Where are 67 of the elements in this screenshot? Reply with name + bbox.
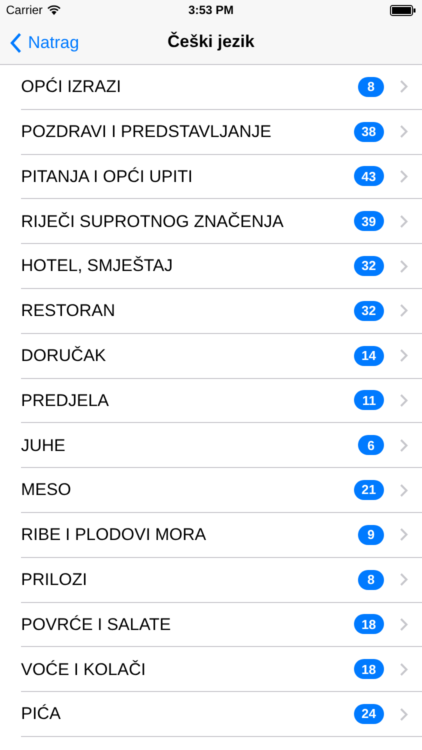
chevron-icon	[400, 528, 408, 542]
item-label: DORUČAK	[21, 344, 108, 367]
count-badge: 18	[354, 614, 384, 634]
carrier-name: Carrier	[6, 2, 43, 19]
chevron-icon	[400, 708, 408, 721]
back-button[interactable]: Natrag	[10, 30, 80, 56]
item-label: JUHE	[21, 434, 66, 457]
chevron-icon	[400, 573, 408, 586]
count-badge: 11	[354, 390, 384, 410]
count-badge: 8	[358, 570, 384, 590]
list-item[interactable]: VOĆE I KOLAČI 18	[21, 647, 422, 692]
battery-icon	[390, 4, 416, 16]
count-badge: 43	[354, 166, 384, 186]
count-badge: 32	[354, 256, 384, 276]
wifi-icon	[46, 5, 61, 15]
item-label: RIJEČI SUPROTNOG ZNAČENJA	[21, 210, 285, 233]
list-item[interactable]: RIBE I PLODOVI MORA 9	[21, 512, 422, 558]
chevron-icon	[400, 662, 408, 676]
list-item[interactable]: JUHE 6	[21, 423, 422, 468]
list-item[interactable]: DORUČAK 14	[21, 334, 422, 379]
count-badge: 18	[354, 659, 384, 680]
list-item[interactable]: POZDRAVI I PREDSTAVLJANJE 38	[21, 110, 422, 155]
status-time: 3:53 PM	[188, 2, 234, 19]
chevron-icon	[400, 438, 408, 452]
list-item[interactable]: RESTORAN 32	[21, 288, 422, 334]
count-badge: 8	[358, 76, 384, 97]
count-badge: 24	[354, 704, 384, 724]
screen-title: Češki jezik	[168, 30, 254, 54]
list-item[interactable]: PITANJA I OPĆI UPITI 43	[21, 154, 422, 200]
count-badge: 32	[354, 300, 384, 321]
chevron-icon	[400, 80, 408, 94]
count-badge: 14	[354, 346, 384, 366]
list-item[interactable]: HOTEL, SMJEŠTAJ 32	[21, 244, 422, 289]
list-item[interactable]: RIJEČI SUPROTNOG ZNAČENJA 39	[21, 199, 422, 244]
list-item[interactable]: PREDJELA 11	[21, 378, 422, 424]
item-label: RESTORAN	[21, 300, 116, 322]
chevron-icon	[400, 214, 408, 228]
count-badge: 39	[354, 211, 384, 232]
count-badge: 6	[358, 435, 384, 456]
item-label: MESO	[21, 479, 72, 502]
list-item[interactable]: MESO 21	[21, 468, 422, 513]
item-label: PIĆA	[21, 703, 62, 726]
chevron-icon	[400, 125, 408, 138]
list-item[interactable]: POVRĆE I SALATE 18	[21, 602, 422, 648]
back-chevron-icon	[10, 32, 22, 53]
item-label: PITANJA I OPĆI UPITI	[21, 166, 194, 188]
item-label: OPĆI IZRAZI	[21, 76, 122, 98]
chevron-icon	[400, 349, 408, 362]
item-label: HOTEL, SMJEŠTAJ	[21, 255, 174, 278]
item-label: PRILOZI	[21, 568, 88, 591]
chevron-icon	[400, 618, 408, 631]
count-badge: 38	[354, 122, 384, 142]
chevron-icon	[400, 304, 408, 318]
item-label: PREDJELA	[21, 390, 110, 412]
count-badge: 9	[358, 524, 384, 545]
chevron-icon	[400, 170, 408, 183]
list-item[interactable]: PRILOZI 8	[21, 558, 422, 603]
count-badge: 21	[354, 480, 384, 500]
item-label: POVRĆE I SALATE	[21, 614, 172, 636]
item-label: RIBE I PLODOVI MORA	[21, 524, 208, 546]
list-item[interactable]: PIĆA 24	[21, 692, 422, 737]
chevron-icon	[400, 260, 408, 273]
chevron-icon	[400, 394, 408, 407]
item-label: VOĆE I KOLAČI	[21, 658, 147, 680]
item-label: POZDRAVI I PREDSTAVLJANJE	[21, 120, 272, 143]
chevron-icon	[400, 484, 408, 497]
list-item[interactable]: OPĆI IZRAZI 8	[21, 65, 422, 110]
